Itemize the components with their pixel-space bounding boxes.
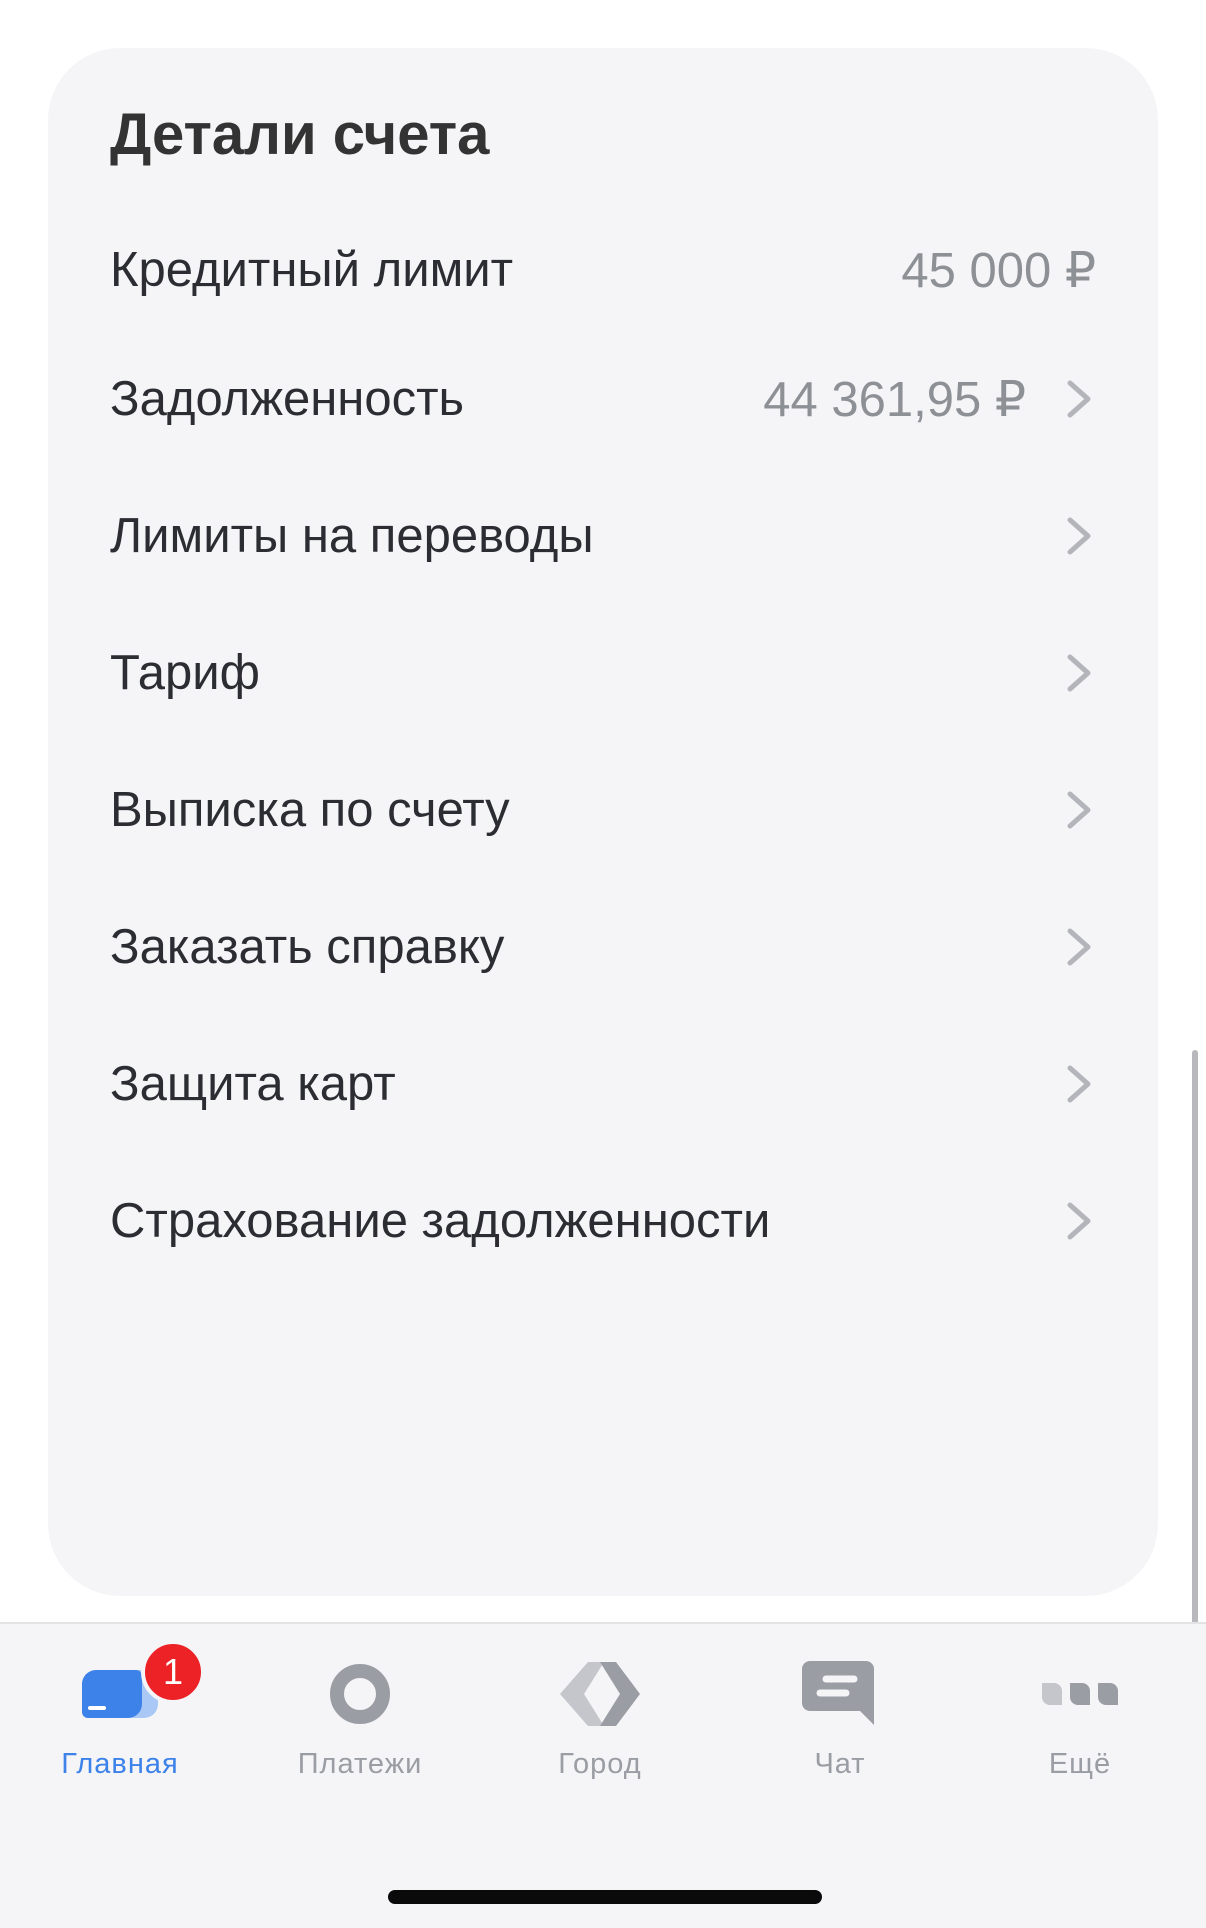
more-icon <box>1035 1654 1125 1734</box>
row-card-protection[interactable]: Защита карт <box>48 1024 1158 1144</box>
row-label: Лимиты на переводы <box>110 509 594 563</box>
row-label: Защита карт <box>110 1057 396 1111</box>
tab-label: Город <box>558 1748 642 1780</box>
chevron-right-icon <box>1067 928 1091 966</box>
row-value: 44 361,95 ₽ <box>763 372 1026 427</box>
home-indicator <box>388 1890 822 1904</box>
chat-icon <box>795 1654 885 1734</box>
tab-payments[interactable]: Платежи <box>260 1654 460 1814</box>
row-credit-limit: Кредитный лимит 45 000 ₽ <box>48 210 1158 330</box>
account-details-card: Детали счета Кредитный лимит 45 000 ₽ За… <box>48 48 1158 1596</box>
bottom-tab-bar: 1 Главная Платежи Город Чат Ещё <box>0 1622 1206 1928</box>
chevron-right-icon <box>1067 654 1091 692</box>
row-label: Задолженность <box>110 372 465 426</box>
row-label: Кредитный лимит <box>110 243 514 297</box>
tab-label: Ещё <box>1048 1748 1112 1780</box>
tab-home[interactable]: 1 Главная <box>20 1640 220 1814</box>
row-statement[interactable]: Выписка по счету <box>48 750 1158 870</box>
chevron-right-icon <box>1067 791 1091 829</box>
chevron-right-icon <box>1067 380 1091 418</box>
tab-label: Главная <box>61 1748 179 1780</box>
tab-more[interactable]: Ещё <box>980 1654 1180 1814</box>
row-label: Тариф <box>110 646 260 700</box>
row-debt-insurance[interactable]: Страхование задолженности <box>48 1161 1158 1281</box>
row-tariff[interactable]: Тариф <box>48 613 1158 733</box>
chevron-right-icon <box>1067 1202 1091 1240</box>
row-label: Выписка по счету <box>110 783 510 837</box>
row-label: Страхование задолженности <box>110 1194 771 1248</box>
row-transfer-limits[interactable]: Лимиты на переводы <box>48 476 1158 596</box>
row-debt[interactable]: Задолженность 44 361,95 ₽ <box>48 339 1158 459</box>
card-title: Детали счета <box>110 102 490 167</box>
tab-city[interactable]: Город <box>500 1654 700 1814</box>
chevron-right-icon <box>1067 517 1091 555</box>
row-order-certificate[interactable]: Заказать справку <box>48 887 1158 1007</box>
tab-chat[interactable]: Чат <box>740 1654 940 1814</box>
payments-icon <box>315 1654 405 1734</box>
row-label: Заказать справку <box>110 920 505 974</box>
city-icon <box>555 1654 645 1734</box>
home-icon: 1 <box>75 1640 205 1734</box>
tab-label: Чат <box>814 1748 866 1780</box>
chevron-right-icon <box>1067 1065 1091 1103</box>
tab-label: Платежи <box>297 1748 423 1780</box>
row-value: 45 000 ₽ <box>901 243 1096 298</box>
notification-badge: 1 <box>141 1640 205 1704</box>
